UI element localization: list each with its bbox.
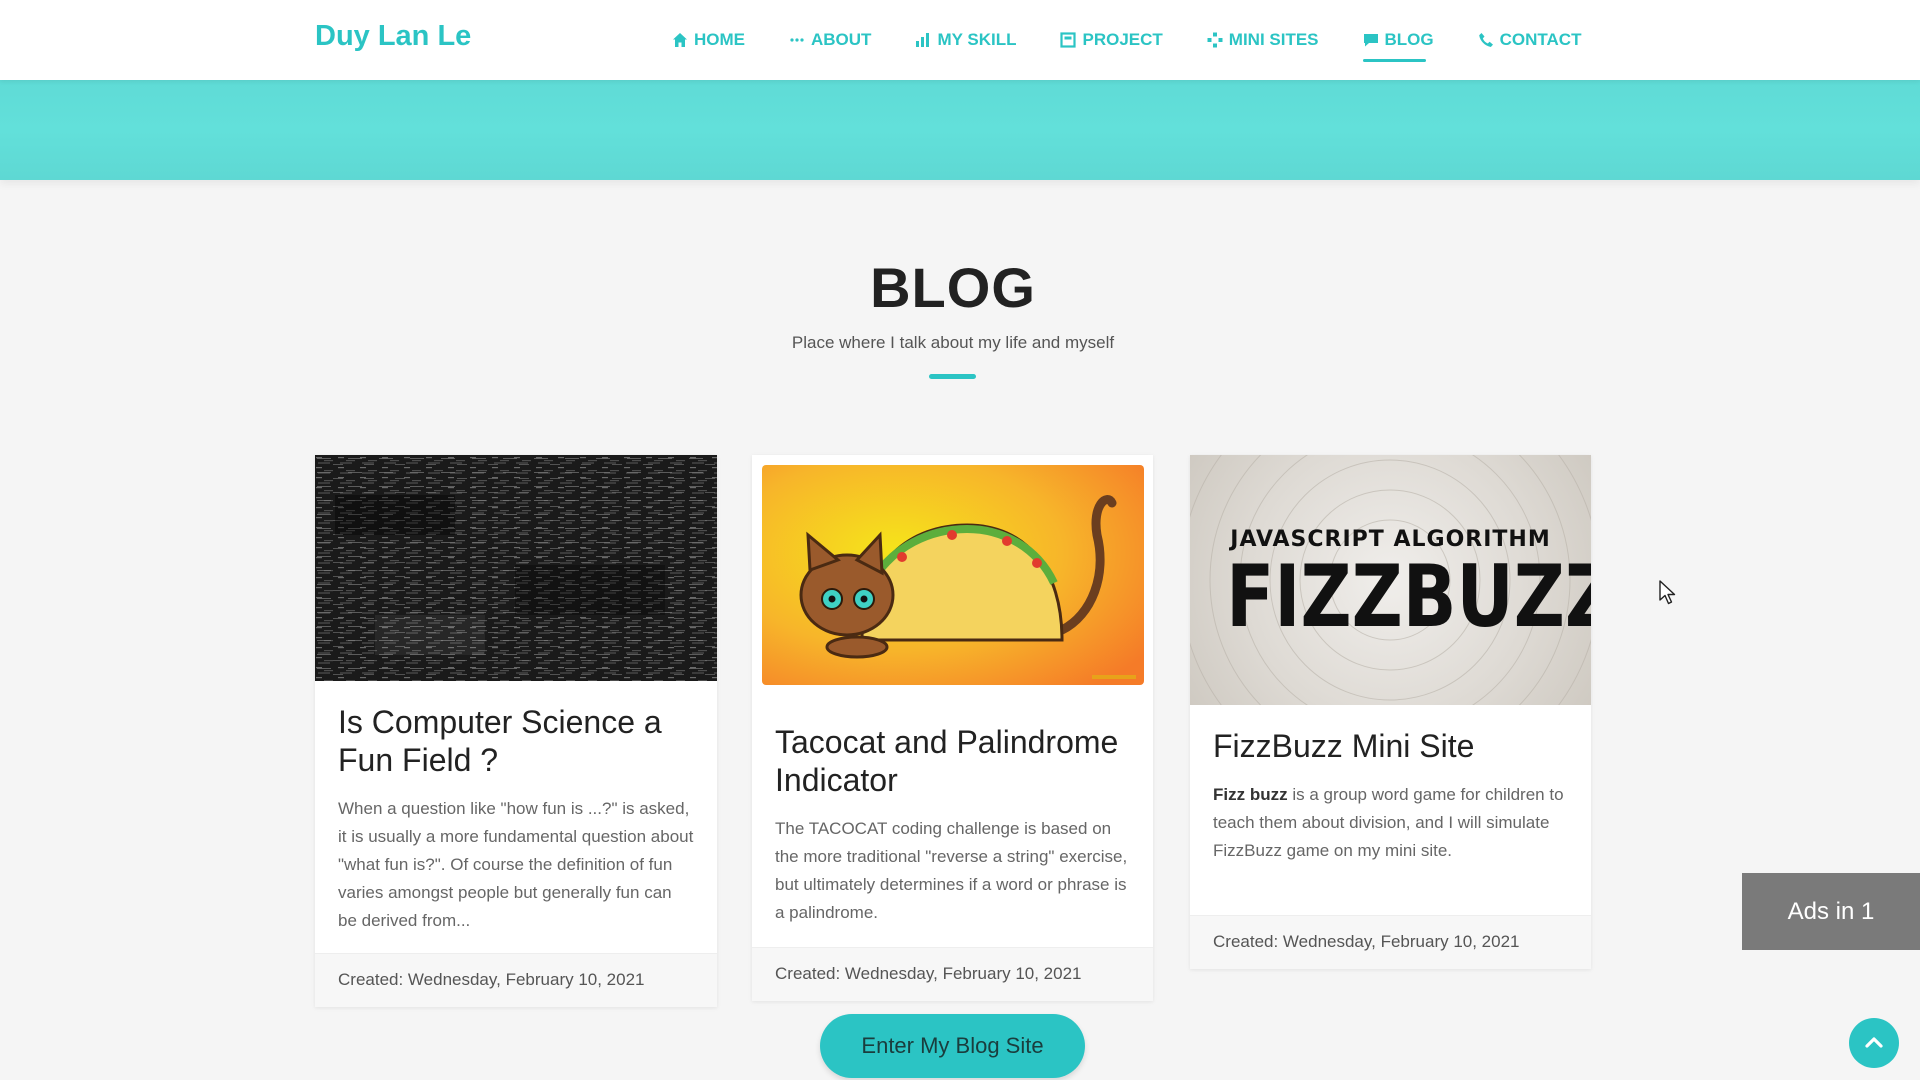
- card-title[interactable]: FizzBuzz Mini Site: [1213, 727, 1568, 765]
- blog-card-tacocat[interactable]: Tacocat and Palindrome Indicator The TAC…: [752, 455, 1153, 1001]
- nav-label-mini-sites: MINI SITES: [1228, 30, 1319, 49]
- binary-code-image[interactable]: [315, 455, 717, 681]
- nav-label-about: ABOUT: [811, 30, 872, 49]
- scroll-top-button[interactable]: [1849, 1018, 1899, 1068]
- card-excerpt: The TACOCAT coding challenge is based on…: [775, 819, 1128, 922]
- card-footer-date: Created: Wednesday, February 10, 2021: [1190, 915, 1591, 969]
- chevron-up-icon: [1865, 1037, 1883, 1048]
- card-body: FizzBuzz Mini Site Fizz buzz is a group …: [1190, 705, 1591, 865]
- section-divider: [929, 374, 976, 379]
- nav-item-project[interactable]: PROJECT: [1060, 24, 1163, 56]
- card-body: Tacocat and Palindrome Indicator The TAC…: [752, 701, 1153, 927]
- tacocat-image[interactable]: [762, 465, 1144, 685]
- mouse-cursor-icon: [1659, 580, 1676, 605]
- dots-icon: [790, 38, 804, 42]
- card-title[interactable]: Tacocat and Palindrome Indicator: [775, 723, 1130, 799]
- hero-band: [0, 80, 1920, 180]
- nav-links: HOME ABOUT MY SKILL PROJECT MINI SITES B…: [672, 24, 1582, 62]
- phone-icon: [1478, 33, 1493, 47]
- nav-item-contact[interactable]: CONTACT: [1478, 24, 1582, 56]
- nav-item-about[interactable]: ABOUT: [789, 24, 871, 56]
- sitemap-icon: [1207, 32, 1223, 48]
- top-navbar: Duy Lan Le HOME ABOUT MY SKILL PROJECT M…: [0, 0, 1920, 80]
- fizzbuzz-image-title: FIZZBUZZ: [1226, 547, 1591, 647]
- nav-label-home: HOME: [694, 30, 745, 49]
- card-footer-date: Created: Wednesday, February 10, 2021: [752, 947, 1153, 1001]
- nav-item-my-skill[interactable]: MY SKILL: [915, 24, 1016, 56]
- brand-logo[interactable]: Duy Lan Le: [315, 20, 471, 53]
- section-title: BLOG: [870, 256, 1036, 319]
- card-excerpt-bold: Fizz buzz: [1213, 785, 1288, 804]
- nav-label-my-skill: MY SKILL: [937, 30, 1017, 49]
- enter-blog-button[interactable]: Enter My Blog Site: [820, 1014, 1085, 1078]
- project-icon: [1060, 32, 1077, 48]
- nav-label-blog: BLOG: [1384, 30, 1434, 49]
- nav-label-project: PROJECT: [1082, 30, 1163, 49]
- card-excerpt: When a question like "how fun is ...?" i…: [338, 799, 694, 930]
- home-icon: [673, 33, 687, 47]
- ads-countdown[interactable]: Ads in 1: [1742, 873, 1920, 950]
- card-footer-date: Created: Wednesday, February 10, 2021: [315, 953, 717, 1007]
- nav-item-home[interactable]: HOME: [672, 24, 745, 56]
- card-excerpt: Fizz buzz is a group word game for child…: [1213, 781, 1568, 865]
- section-subtitle: Place where I talk about my life and mys…: [791, 333, 1115, 352]
- nav-item-mini-sites[interactable]: MINI SITES: [1207, 24, 1319, 56]
- nav-item-blog[interactable]: BLOG: [1362, 24, 1434, 62]
- nav-label-contact: CONTACT: [1499, 30, 1582, 49]
- card-body: Is Computer Science a Fun Field ? When a…: [315, 681, 717, 935]
- fizzbuzz-image[interactable]: JAVASCRIPT ALGORITHM FIZZBUZZ: [1190, 455, 1591, 705]
- blog-card-computer-science[interactable]: Is Computer Science a Fun Field ? When a…: [315, 455, 717, 1007]
- blog-card-fizzbuzz[interactable]: JAVASCRIPT ALGORITHM FIZZBUZZ FizzBuzz M…: [1190, 455, 1591, 969]
- card-title[interactable]: Is Computer Science a Fun Field ?: [338, 703, 694, 779]
- comment-icon: [1363, 34, 1378, 47]
- bar-chart-icon: [916, 33, 930, 47]
